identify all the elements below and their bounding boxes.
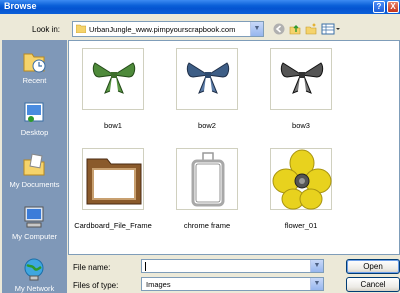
recent-icon [23, 53, 46, 73]
lookin-value: UrbanJungle_www.pimpyourscrapbook.com [89, 25, 236, 34]
title-bar: Browse ? X [0, 0, 400, 14]
places-item-desktop[interactable]: Desktop [2, 96, 67, 148]
file-list[interactable]: bow1 bow2 bow3 Cardboard_File_Frame chro… [68, 40, 400, 255]
file-thumbnail[interactable] [270, 48, 332, 110]
file-thumbnail[interactable] [270, 148, 332, 210]
my-computer-icon [24, 206, 44, 228]
bow-image [186, 62, 230, 94]
lookin-dropdown[interactable]: UrbanJungle_www.pimpyourscrapbook.com ▼ [72, 21, 264, 37]
bow-image [92, 62, 136, 94]
close-button[interactable]: X [387, 1, 399, 13]
cardboard-frame-image [86, 158, 142, 205]
places-label: Recent [22, 76, 47, 85]
filetype-value: Images [146, 280, 171, 289]
file-name: Cardboard_File_Frame [74, 221, 152, 230]
chrome-frame-image [191, 152, 225, 207]
file-name: chrome frame [183, 221, 231, 230]
lookin-label: Look in: [32, 25, 61, 34]
chevron-down-icon[interactable]: ▼ [250, 22, 263, 36]
places-label: My Network [14, 284, 55, 293]
places-item-my-network[interactable]: My Network [2, 252, 67, 293]
up-folder-icon[interactable] [289, 23, 301, 35]
chevron-down-icon[interactable]: ▼ [310, 260, 323, 272]
file-name: bow1 [104, 121, 122, 130]
file-thumbnail[interactable] [176, 48, 238, 110]
text-caret [145, 262, 146, 271]
places-label: Desktop [20, 128, 49, 137]
open-button[interactable]: Open [346, 259, 400, 274]
file-name: bow2 [198, 121, 216, 130]
places-bar: Recent Desktop My Documents My Computer … [2, 40, 67, 293]
filetype-label: Files of type: [73, 281, 119, 290]
file-name: bow3 [292, 121, 310, 130]
window-title: Browse [4, 1, 37, 11]
filename-field[interactable]: ▼ [141, 259, 324, 273]
folder-icon [76, 24, 86, 33]
help-button[interactable]: ? [373, 1, 385, 13]
bow-image [280, 62, 324, 94]
places-item-my-computer[interactable]: My Computer [2, 200, 67, 252]
places-label: My Computer [11, 232, 57, 241]
filetype-dropdown[interactable]: Images ▼ [141, 277, 324, 291]
places-label: My Documents [9, 180, 60, 189]
file-thumbnail[interactable] [176, 148, 238, 210]
back-icon[interactable] [273, 23, 285, 35]
desktop-icon [24, 102, 44, 122]
file-name: flower_01 [284, 221, 318, 230]
my-documents-icon [23, 153, 45, 176]
flower-image [272, 149, 332, 210]
places-item-my-documents[interactable]: My Documents [2, 148, 67, 200]
chevron-down-icon[interactable]: ▼ [310, 278, 323, 290]
new-folder-icon[interactable] [305, 23, 317, 35]
view-menu-icon[interactable] [321, 23, 341, 35]
file-thumbnail[interactable] [82, 48, 144, 110]
my-network-icon [24, 258, 44, 281]
filename-label: File name: [73, 263, 111, 272]
places-item-recent[interactable]: Recent [2, 44, 67, 96]
cancel-button[interactable]: Cancel [346, 277, 400, 292]
file-thumbnail[interactable] [82, 148, 144, 210]
